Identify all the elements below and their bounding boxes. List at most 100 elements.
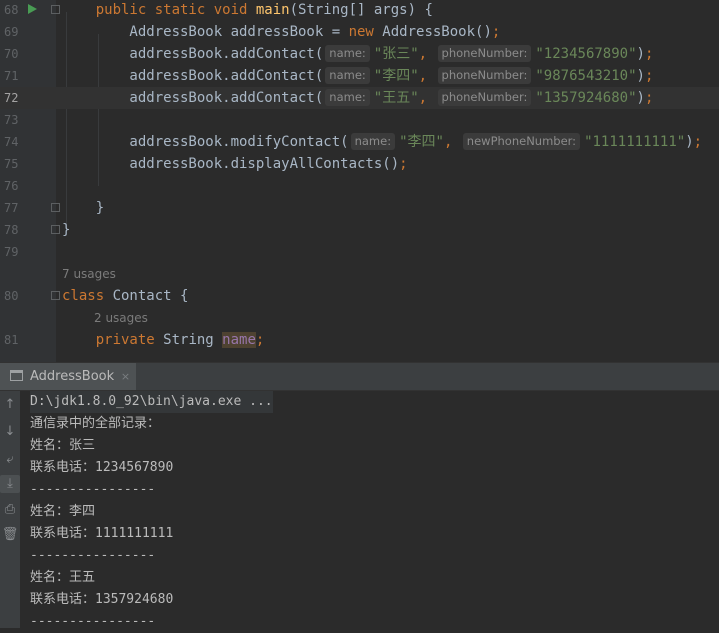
code-token: addressBook.addContact( — [62, 46, 324, 62]
code-editor[interactable]: 68 public static void main(String[] args… — [0, 0, 719, 362]
code-token: String — [163, 332, 223, 348]
code-line[interactable]: 81 private String name; — [0, 329, 719, 351]
code-token: ) — [636, 46, 645, 62]
code-text: AddressBook addressBook = new AddressBoo… — [62, 21, 500, 43]
code-text: addressBook.addContact(name: "王五", phoneN… — [62, 87, 653, 109]
fold-marker-icon[interactable] — [51, 5, 60, 14]
run-toolbar: ↑ ↓ ⤶ ⤓ ⎙ 🗑 — [0, 391, 20, 628]
code-token: } — [62, 200, 105, 216]
parameter-hint: phoneNumber: — [437, 89, 532, 106]
code-token: class — [62, 288, 113, 304]
fold-marker-icon[interactable] — [51, 203, 60, 212]
code-token: "李四" — [399, 134, 444, 150]
code-token: "1357924680" — [535, 90, 637, 106]
scroll-to-end-icon[interactable]: ⤓ — [0, 475, 20, 493]
code-token: new — [348, 24, 383, 40]
code-token: (String[] args) { — [289, 2, 433, 18]
code-token: ; — [644, 68, 654, 84]
code-line[interactable]: 77 } — [0, 197, 719, 219]
run-gutter-icon[interactable] — [28, 4, 37, 14]
code-text: private String name; — [62, 329, 264, 351]
console-line: 姓名：张三 — [30, 438, 96, 453]
run-tab-bar: AddressBook × — [0, 363, 719, 391]
close-icon[interactable]: × — [121, 363, 130, 390]
run-tab-addressbook[interactable]: AddressBook × — [0, 363, 137, 390]
code-token: , — [418, 46, 436, 62]
code-token: , — [418, 68, 436, 84]
code-line[interactable]: 68 public static void main(String[] args… — [0, 0, 719, 21]
code-token: } — [62, 222, 71, 238]
code-line[interactable]: 75 addressBook.displayAllContacts(); — [0, 153, 719, 175]
code-token: ) — [636, 90, 645, 106]
code-text: addressBook.addContact(name: "张三", phoneN… — [62, 43, 653, 65]
console-line: ---------------- — [30, 482, 156, 497]
code-line[interactable]: 69 AddressBook addressBook = new Address… — [0, 21, 719, 43]
trash-icon[interactable]: 🗑 — [0, 526, 20, 544]
code-token: ; — [644, 90, 654, 106]
code-line[interactable]: 72 addressBook.addContact(name: "王五", pho… — [0, 87, 719, 109]
application-icon — [10, 370, 23, 381]
code-token: , — [418, 90, 436, 106]
line-number: 69 — [4, 25, 19, 39]
parameter-hint: name: — [325, 67, 370, 84]
code-token: addressBook.displayAllContacts() — [62, 156, 400, 172]
parameter-hint: phoneNumber: — [437, 45, 532, 62]
usages-hint[interactable]: 7 usages — [62, 263, 116, 285]
parameter-hint: name: — [325, 45, 370, 62]
code-line[interactable]: 80 class Contact { — [0, 285, 719, 307]
code-line[interactable]: 70 addressBook.addContact(name: "张三", pho… — [0, 43, 719, 65]
line-number: 78 — [4, 223, 19, 237]
line-number: 71 — [4, 69, 19, 83]
console-line: 联系电话：1234567890 — [30, 460, 174, 475]
line-number: 79 — [4, 245, 19, 259]
usages-hint[interactable]: 2 usages — [94, 307, 148, 329]
code-token: addressBook.modifyContact( — [62, 134, 349, 150]
code-token: ; — [491, 24, 501, 40]
line-number: 75 — [4, 157, 19, 171]
arrow-up-icon[interactable]: ↑ — [0, 396, 20, 414]
code-token: ; — [255, 332, 265, 348]
code-token: ; — [693, 134, 703, 150]
code-text: } — [62, 197, 104, 219]
code-token: AddressBook addressBook = — [62, 24, 349, 40]
code-vision-row[interactable]: 7 usages — [0, 263, 719, 285]
run-tab-label: AddressBook — [30, 369, 115, 384]
code-token: addressBook.addContact( — [62, 68, 324, 84]
fold-marker-icon[interactable] — [51, 291, 60, 300]
console-line: 姓名：王五 — [30, 570, 96, 585]
code-line[interactable]: 71 addressBook.addContact(name: "李四", pho… — [0, 65, 719, 87]
soft-wrap-icon[interactable]: ⤶ — [0, 451, 20, 469]
code-text: addressBook.modifyContact(name: "李四", new… — [62, 131, 702, 153]
parameter-hint: name: — [325, 89, 370, 106]
code-token: addressBook.addContact( — [62, 90, 324, 106]
code-token: "1111111111" — [584, 134, 686, 150]
line-number: 73 — [4, 113, 19, 127]
code-token: AddressBook() — [382, 24, 492, 40]
parameter-hint: phoneNumber: — [437, 67, 532, 84]
run-tool-window: AddressBook × ↑ ↓ ⤶ ⤓ ⎙ 🗑 D:\jdk1.8.0_92… — [0, 362, 719, 629]
arrow-down-icon[interactable]: ↓ — [0, 423, 20, 441]
code-token: ; — [644, 46, 654, 62]
code-text: addressBook.addContact(name: "李四", phoneN… — [62, 65, 653, 87]
line-number: 81 — [4, 333, 19, 347]
code-line[interactable]: 78} — [0, 219, 719, 241]
code-token: Contact { — [112, 288, 189, 304]
line-number: 80 — [4, 289, 19, 303]
code-vision-row[interactable]: 2 usages — [0, 307, 719, 329]
parameter-hint: newPhoneNumber: — [462, 133, 581, 150]
code-token: "9876543210" — [535, 68, 637, 84]
console-line: ---------------- — [30, 614, 156, 629]
code-token: , — [443, 134, 461, 150]
code-line[interactable]: 76 — [0, 175, 719, 197]
code-token: ; — [399, 156, 408, 172]
console-command-line: D:\jdk1.8.0_92\bin\java.exe ... — [30, 391, 273, 413]
console-output[interactable]: D:\jdk1.8.0_92\bin\java.exe ... 通信录中的全部记录… — [30, 391, 273, 633]
code-line[interactable]: 74 addressBook.modifyContact(name: "李四", … — [0, 131, 719, 153]
line-number: 77 — [4, 201, 19, 215]
code-token: private — [95, 332, 164, 348]
print-icon[interactable]: ⎙ — [0, 501, 20, 519]
fold-marker-icon[interactable] — [51, 225, 60, 234]
code-line[interactable]: 73 — [0, 109, 719, 131]
code-line[interactable]: 79 — [0, 241, 719, 263]
